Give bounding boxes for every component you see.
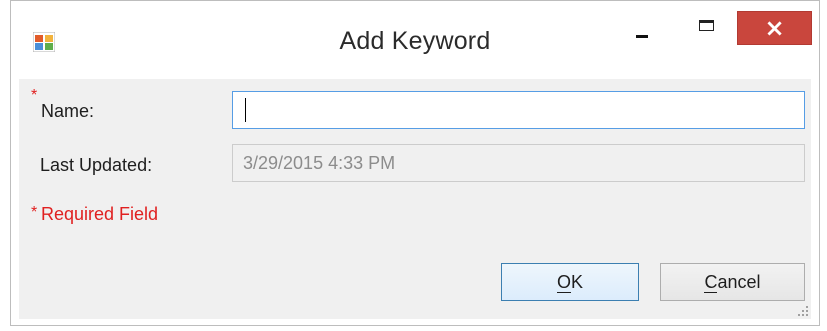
maximize-button[interactable]	[687, 11, 729, 45]
maximize-icon	[699, 20, 714, 31]
text-caret	[245, 98, 246, 122]
minimize-icon	[636, 35, 648, 38]
ok-label-rest: K	[571, 272, 584, 292]
required-marker: *	[31, 87, 38, 104]
ok-button[interactable]: OK	[501, 263, 639, 301]
dialog-client-area: * Name: Last Updated: * Required Field O…	[19, 79, 811, 319]
close-button[interactable]: ×	[737, 11, 812, 45]
name-input[interactable]	[232, 91, 805, 129]
name-label: Name:	[41, 101, 95, 121]
required-field-note: Required Field	[41, 204, 159, 224]
cancel-label-rest: ancel	[717, 272, 761, 292]
last-updated-label: Last Updated:	[40, 155, 153, 175]
close-icon: ×	[764, 14, 785, 42]
cancel-button[interactable]: Cancel	[660, 263, 805, 301]
last-updated-field	[232, 144, 805, 182]
minimize-button[interactable]	[616, 11, 666, 45]
dialog-window: Add Keyword × * Name: Last Updated: * Re…	[10, 0, 820, 326]
cancel-mnemonic: C	[704, 272, 718, 293]
resize-grip-icon[interactable]	[797, 305, 809, 317]
ok-mnemonic: O	[556, 272, 571, 293]
title-bar[interactable]: Add Keyword ×	[11, 1, 819, 79]
required-note-marker: *	[31, 204, 38, 221]
